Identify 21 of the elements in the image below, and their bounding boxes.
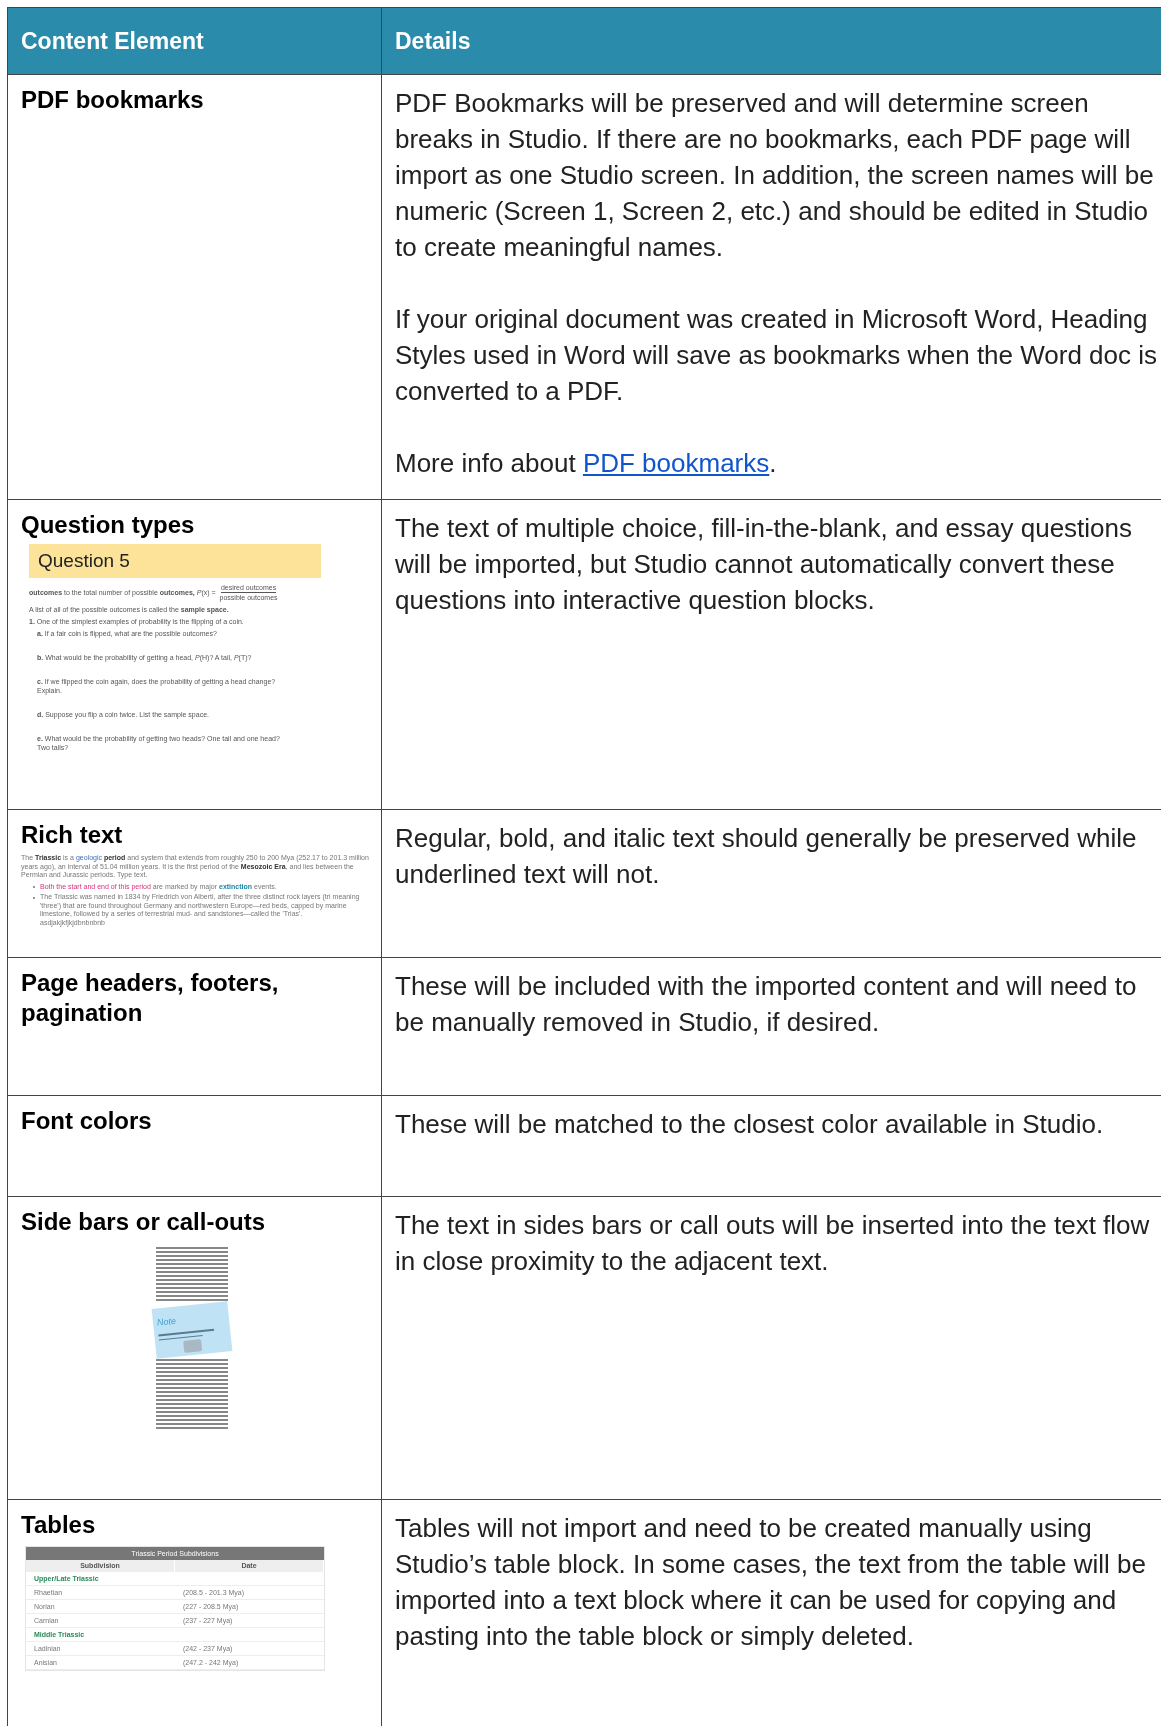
details-text: Tables will not import and need to be created manually using Studio’s table block. In some cases, the text from the table will be imported into a text block where it can be used for copying and pasting into the table block or simply deleted.: [395, 1512, 1148, 1653]
details-text: More info about PDF bookmarks.: [395, 447, 778, 480]
details-text: The text of multiple choice, fill-in-the-blank, and essay questions will be imported, but Studio cannot automatically convert these questions into interactive question blocks.: [395, 512, 1134, 617]
column-header: Details: [394, 26, 472, 56]
element-name: Page headers, footers, pagination: [21, 968, 280, 1028]
details-text: These will be matched to the closest color available in Studio.: [395, 1108, 1105, 1141]
column-header: Content Element: [8, 8, 382, 74]
details-text: The text in sides bars or call outs will be inserted into the text flow in close proximity to the adjacent text.: [395, 1209, 1151, 1278]
element-name: Rich text: [21, 820, 124, 850]
bookmarks-link[interactable]: PDF bookmarks: [582, 448, 770, 478]
question-heading: Question 5: [29, 544, 321, 578]
note-title: Note: [156, 1315, 177, 1328]
details-text: Regular, bold, and italic text should generally be preserved while underlined text will not.: [395, 822, 1138, 891]
element-name: Question types: [21, 510, 196, 540]
details-text: PDF Bookmarks will be preserved and will determine screen breaks in Studio. If there are no bookmarks, each PDF page will import as one Studio screen. In addition, the screen names will be numeric (Screen 1, Screen 2, etc.) and should be edited in Studio to create meaningful names.: [395, 87, 1155, 264]
details-text: These will be included with the imported content and will need to be manually removed in Studio, if desired.: [395, 970, 1138, 1039]
details-text: If your original document was created in Microsoft Word, Heading Styles used in Word will save as bookmarks when the Word doc is converted to a PDF.: [395, 303, 1159, 408]
element-name: Side bars or call-outs: [21, 1207, 267, 1237]
element-name: Tables: [21, 1510, 97, 1540]
element-name: Font colors: [21, 1106, 153, 1136]
element-name: PDF bookmarks: [21, 85, 205, 115]
